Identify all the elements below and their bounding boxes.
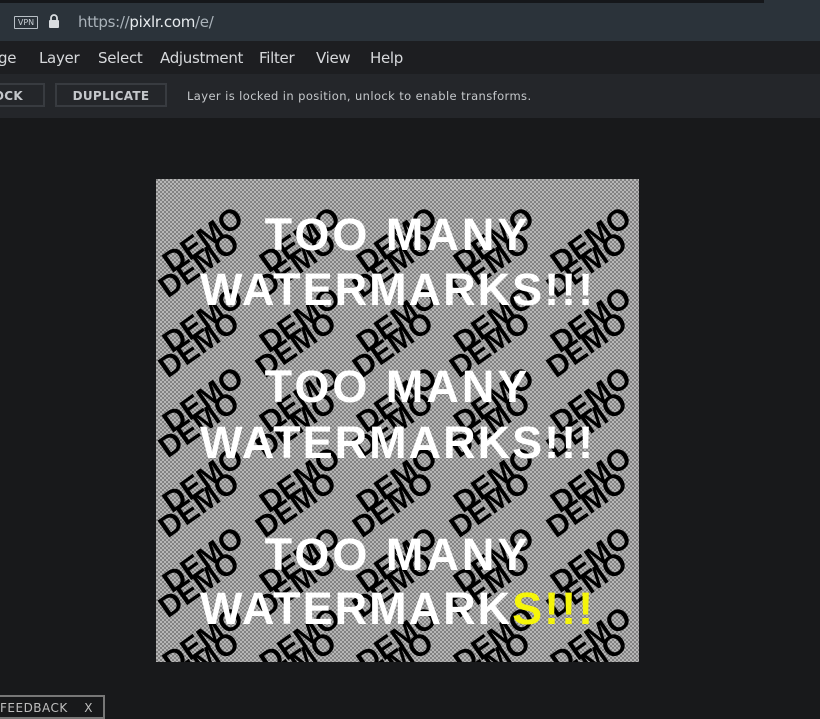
headline-tail: S!!! (512, 264, 596, 315)
lock-icon[interactable] (48, 14, 60, 28)
vpn-badge[interactable]: VPN (14, 16, 38, 29)
headline-line-5: TOO MANY (264, 529, 531, 580)
menu-filter[interactable]: Filter (259, 49, 295, 67)
unlock-button[interactable]: OCK (0, 83, 45, 107)
headline-line-2: WATERMARKS!!! (156, 264, 639, 316)
image-canvas[interactable]: DEMO DEMO DEMO DEMO DEMO DEMO DEMO DEMO DEMO DEMO… (156, 179, 639, 662)
headline-main: WATERMARK (199, 417, 513, 468)
headline-main: WATERMARK (199, 264, 513, 315)
headline-tail-highlighted: S!!! (512, 583, 596, 634)
menu-image[interactable]: ge (0, 49, 16, 67)
menu-help[interactable]: Help (370, 49, 403, 67)
menu-layer[interactable]: Layer (39, 49, 80, 67)
url-path: /e/ (195, 13, 214, 31)
headline-line-1: TOO MANY (264, 209, 531, 260)
feedback-label: FEEDBACK (0, 701, 68, 715)
url-field[interactable]: https://pixlr.com/e/ (78, 13, 214, 31)
menu-adjustment[interactable]: Adjustment (160, 49, 243, 67)
duplicate-button[interactable]: DUPLICATE (55, 83, 167, 107)
headline-line-4: WATERMARKS!!! (156, 417, 639, 469)
menu-bar: ge Layer Select Adjustment Filter View H… (0, 41, 820, 74)
menu-view[interactable]: View (316, 49, 351, 67)
toolbar-message: Layer is locked in position, unlock to e… (187, 89, 532, 103)
url-scheme: https:// (78, 13, 130, 31)
feedback-button[interactable]: FEEDBACK X (0, 695, 105, 719)
headline-line-6: WATERMARKS!!! (156, 583, 639, 635)
menu-select[interactable]: Select (98, 49, 143, 67)
headline-line-3: TOO MANY (264, 361, 531, 412)
address-bar[interactable]: VPN https://pixlr.com/e/ (0, 3, 820, 41)
close-icon[interactable]: X (84, 697, 93, 719)
url-host: pixlr.com (129, 13, 196, 31)
layer-toolbar: OCK DUPLICATE Layer is locked in positio… (0, 74, 820, 118)
headline-main: WATERMARK (199, 583, 513, 634)
headline-tail: S!!! (512, 417, 596, 468)
